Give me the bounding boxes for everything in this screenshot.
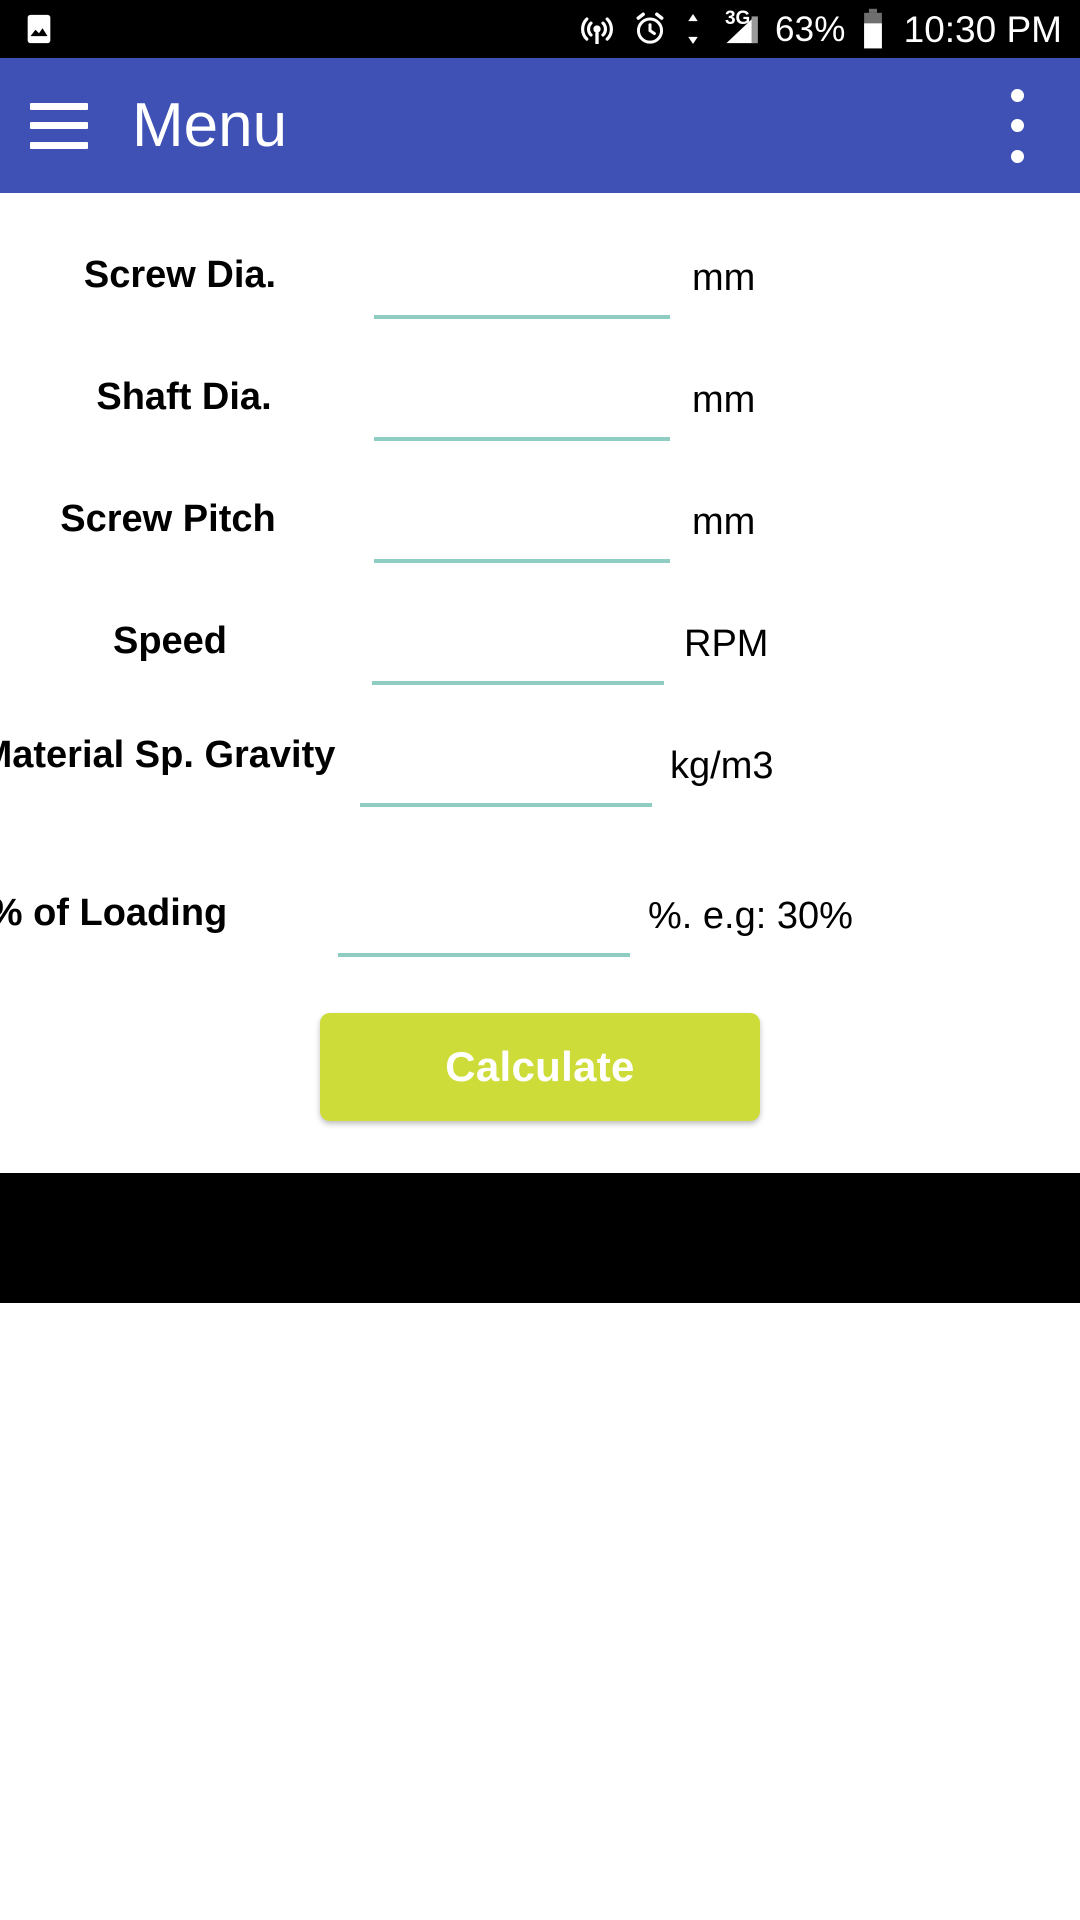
field-label-screw-dia: Screw Dia.	[83, 254, 277, 296]
status-bar-left	[22, 12, 56, 46]
clock-time-label: 10:30 PM	[903, 8, 1062, 50]
page-title: Menu	[132, 90, 288, 160]
hamburger-bar-3	[30, 141, 88, 149]
overflow-dot-3	[1010, 149, 1024, 163]
screw-dia-input[interactable]	[374, 245, 670, 315]
speed-input[interactable]	[372, 611, 664, 681]
field-underline-material-sp-gravity	[360, 803, 652, 807]
hamburger-bar-2	[30, 122, 88, 129]
field-label-screw-pitch: Screw Pitch	[60, 498, 276, 540]
field-unit-screw-pitch: mm	[692, 501, 756, 543]
field-input-wrap-speed	[372, 611, 664, 685]
hotspot-icon	[577, 9, 617, 49]
calculate-button[interactable]: Calculate	[320, 1013, 760, 1121]
field-row-screw-dia: Screw Dia. mm	[0, 223, 1080, 345]
field-underline-percent-of-loading	[338, 953, 630, 957]
ad-banner[interactable]	[0, 1173, 1080, 1303]
field-underline-screw-pitch	[374, 559, 670, 563]
signal-3g-icon: 3G	[717, 8, 761, 48]
percent-of-loading-input[interactable]	[338, 883, 630, 953]
field-underline-shaft-dia	[374, 437, 670, 441]
more-vertical-icon[interactable]	[992, 88, 1048, 163]
status-bar: 3G 63% 10:30 PM	[0, 0, 1080, 58]
battery-icon	[860, 8, 886, 50]
field-unit-percent-of-loading: %. e.g: 30%	[648, 895, 853, 937]
photo-icon	[22, 12, 56, 46]
field-input-wrap-material-sp-gravity	[360, 733, 652, 807]
field-input-wrap-percent-of-loading	[338, 883, 630, 957]
data-transfer-icon	[683, 10, 703, 48]
field-row-shaft-dia: Shaft Dia. mm	[0, 345, 1080, 467]
field-row-material-sp-gravity: Material Sp. Gravity kg/m3	[0, 711, 1080, 861]
hamburger-bar-1	[30, 102, 88, 110]
field-underline-speed	[372, 681, 664, 685]
field-unit-speed: RPM	[684, 623, 769, 665]
overflow-dot-1	[1010, 88, 1024, 102]
field-label-percent-of-loading: % of Loading	[0, 892, 228, 934]
field-label-shaft-dia: Shaft Dia.	[96, 376, 272, 418]
hamburger-menu-icon[interactable]	[30, 102, 88, 149]
signal-3g-label: 3G	[724, 8, 751, 29]
calculator-form: Screw Dia. mm Shaft Dia. mm Screw Pitch …	[0, 193, 1080, 983]
field-row-percent-of-loading: % of Loading %. e.g: 30%	[0, 861, 1080, 983]
battery-percent-label: 63%	[774, 9, 846, 49]
app-bar: Menu	[0, 58, 1080, 193]
alarm-clock-icon	[631, 10, 669, 48]
field-row-speed: Speed RPM	[0, 589, 1080, 711]
field-row-screw-pitch: Screw Pitch mm	[0, 467, 1080, 589]
field-unit-shaft-dia: mm	[692, 379, 756, 421]
field-label-material-sp-gravity: Material Sp. Gravity	[0, 734, 336, 776]
field-underline-screw-dia	[374, 315, 670, 319]
field-unit-screw-dia: mm	[692, 257, 756, 299]
overflow-dot-2	[1010, 119, 1024, 132]
field-input-wrap-shaft-dia	[374, 367, 670, 441]
screw-pitch-input[interactable]	[374, 489, 670, 559]
field-input-wrap-screw-pitch	[374, 489, 670, 563]
field-label-speed: Speed	[112, 620, 228, 662]
shaft-dia-input[interactable]	[374, 367, 670, 437]
calculate-button-area: Calculate	[0, 983, 1080, 1121]
field-unit-material-sp-gravity: kg/m3	[670, 745, 774, 787]
status-bar-right: 3G 63% 10:30 PM	[577, 8, 1062, 50]
field-input-wrap-screw-dia	[374, 245, 670, 319]
material-sp-gravity-input[interactable]	[360, 733, 652, 803]
